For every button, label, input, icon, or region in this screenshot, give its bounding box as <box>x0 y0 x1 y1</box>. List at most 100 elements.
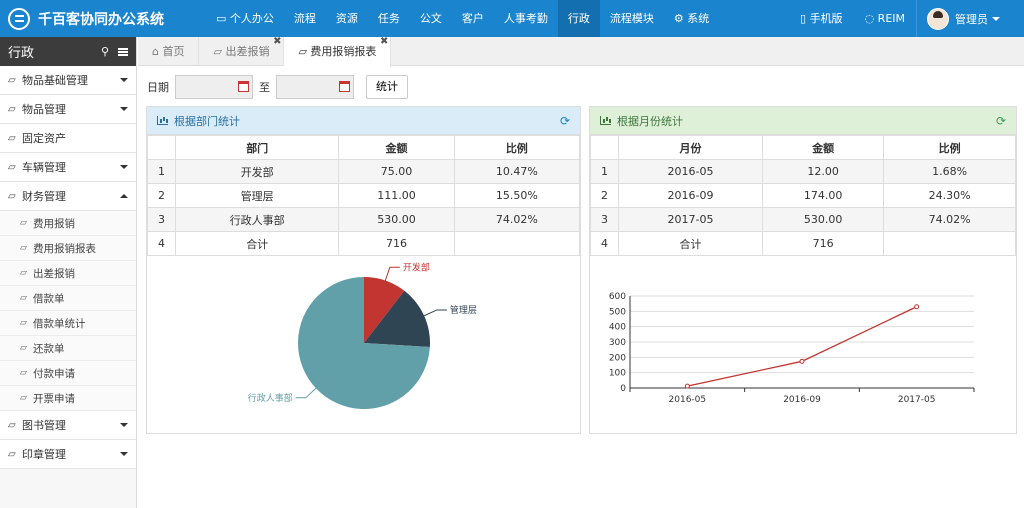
column-header: 比例 <box>883 135 1016 160</box>
refresh-icon[interactable]: ⟳ <box>996 114 1006 128</box>
sidebar-subitem-label: 付款申请 <box>33 367 75 380</box>
line-chart-svg: 0 100 200 300 400 500 600 2016-05 2016-09 2017-05 <box>609 292 975 405</box>
refresh-icon[interactable]: ⟳ <box>560 114 570 128</box>
y-tick-label: 600 <box>609 292 626 302</box>
sidebar-subitem-label: 费用报销 <box>33 217 75 230</box>
start-date-input[interactable] <box>175 75 253 99</box>
bar-chart-icon <box>157 116 168 125</box>
nav-label: 系统 <box>687 12 710 25</box>
bookmark-icon: ▱ <box>298 45 311 58</box>
brand[interactable]: 千百客协同办公系统 <box>0 7 206 30</box>
y-tick-label: 200 <box>609 353 626 363</box>
pie-chart-svg: 开发部管理层行政人事部 <box>248 261 477 409</box>
bookmark-icon: ▱ <box>20 293 27 303</box>
main-nav: monitor-icon▭ 个人办公流程资源任务公文客户人事考勤行政流程模块ge… <box>206 0 719 37</box>
nav-item-2[interactable]: 资源 <box>326 0 368 37</box>
dept-table: 部门 金额 比例 1 开发部 75.00 10.47% 2 管理层 111.00 15.50% 3 行… <box>147 135 581 256</box>
sidebar-subitem[interactable]: ▱ 开票申请 <box>0 386 136 411</box>
sidebar-item-label: 财务管理 <box>22 190 66 203</box>
close-icon[interactable]: ✖ <box>273 27 281 56</box>
panel-title: 根据部门统计 <box>174 114 240 128</box>
bookmark-icon: ▱ <box>8 132 16 144</box>
sidebar-item[interactable]: ▱ 固定资产 <box>0 124 136 153</box>
panel-title: 根据月份统计 <box>617 114 683 128</box>
y-tick-label: 500 <box>609 307 626 317</box>
data-point[interactable] <box>684 383 690 389</box>
panel-header: 根据月份统计 ⟳ <box>590 107 1016 135</box>
data-point[interactable] <box>914 304 920 310</box>
sidebar-item-label: 物品管理 <box>22 103 66 116</box>
nav-item-3[interactable]: 任务 <box>368 0 410 37</box>
nav-label: 公文 <box>419 12 442 25</box>
sidebar-item[interactable]: ▱ 物品基础管理 <box>0 66 136 95</box>
bookmark-icon: ▱ <box>20 368 27 378</box>
column-header: 部门 <box>174 135 340 160</box>
sidebar-subitem[interactable]: ▱ 借款单 <box>0 286 136 311</box>
table-cell-ratio: 24.30% <box>883 183 1016 208</box>
nav-right: ▯ 手机版 ◌ REIM 管理员 <box>789 0 1024 37</box>
sidebar-item-label: 物品基础管理 <box>22 74 88 87</box>
table-cell-name: 开发部 <box>174 159 340 184</box>
data-point[interactable] <box>799 358 805 364</box>
sidebar-item[interactable]: ▱ 财务管理 <box>0 182 136 211</box>
nav-item-6[interactable]: 人事考勤 <box>494 0 558 37</box>
sidebar-item[interactable]: ▱ 印章管理 <box>0 440 136 469</box>
table-cell-ratio: 74.02% <box>883 207 1016 232</box>
series-line <box>687 306 917 387</box>
calendar-icon[interactable] <box>339 81 350 92</box>
bookmark-icon: ▱ <box>213 45 226 58</box>
sidebar-item[interactable]: ▱ 车辆管理 <box>0 153 136 182</box>
chevron-down-icon <box>120 165 128 169</box>
nav-item-7[interactable]: 行政 <box>557 0 600 37</box>
nav-item-4[interactable]: 公文 <box>410 0 452 37</box>
table-row: 2 管理层 111.00 15.50% <box>147 183 581 208</box>
user-menu[interactable]: 管理员 <box>916 0 1024 37</box>
table-cell-name: 合计 <box>174 231 340 256</box>
mobile-link[interactable]: ▯ 手机版 <box>789 0 854 37</box>
reim-link[interactable]: ◌ REIM <box>854 0 916 37</box>
sidebar-subitem[interactable]: ▱ 付款申请 <box>0 361 136 386</box>
table-cell-name: 2016-05 <box>617 159 764 184</box>
table-cell-idx: 2 <box>590 183 619 208</box>
sidebar-subitem[interactable]: ▱ 费用报销报表 <box>0 236 136 261</box>
tab-2[interactable]: ▱ 费用报销报表 ✖ <box>284 36 392 67</box>
nav-item-8[interactable]: 流程模块 <box>600 0 664 37</box>
bookmark-icon: ▱ <box>20 243 27 253</box>
pie-label: 管理层 <box>450 304 477 316</box>
close-icon[interactable]: ✖ <box>380 27 388 56</box>
month-stats-panel: 根据月份统计 ⟳ 月份 金额 比例 1 2016-05 12.00 1.68% 2 2016-… <box>589 106 1017 434</box>
chevron-down-icon <box>992 16 1000 21</box>
bookmark-icon: ▱ <box>8 190 16 202</box>
tab-label: 首页 <box>162 45 185 58</box>
bookmark-icon: ▱ <box>8 419 16 431</box>
chevron-down-icon <box>120 107 128 111</box>
menu-icon[interactable] <box>118 47 128 56</box>
sidebar-subitem[interactable]: ▱ 还款单 <box>0 336 136 361</box>
sidebar-subitem-label: 费用报销报表 <box>33 242 96 255</box>
column-header: 月份 <box>617 135 764 160</box>
search-icon[interactable]: ⚲ <box>101 45 109 58</box>
nav-label: 资源 <box>335 12 358 25</box>
sidebar-subitem[interactable]: ▱ 借款单统计 <box>0 311 136 336</box>
table-cell-amount: 530.00 <box>762 207 885 232</box>
app-title: 千百客协同办公系统 <box>38 11 164 28</box>
sidebar-subitem-label: 出差报销 <box>33 267 75 280</box>
tab-1[interactable]: ▱ 出差报销 ✖ <box>199 36 285 66</box>
table-row: 2 2016-09 174.00 24.30% <box>590 183 1016 208</box>
table-cell-amount: 530.00 <box>338 207 455 232</box>
nav-item-5[interactable]: 客户 <box>452 0 494 37</box>
nav-item-9[interactable]: gear-icon⚙ 系统 <box>664 0 719 37</box>
sidebar-item[interactable]: ▱ 图书管理 <box>0 411 136 440</box>
sidebar-item[interactable]: ▱ 物品管理 <box>0 95 136 124</box>
sidebar-subitem[interactable]: ▱ 费用报销 <box>0 211 136 236</box>
nav-label: 行政 <box>567 12 590 25</box>
table-cell-name: 2016-09 <box>617 183 764 208</box>
sidebar-subitem[interactable]: ▱ 出差报销 <box>0 261 136 286</box>
calendar-icon[interactable] <box>238 81 249 92</box>
table-cell-idx: 1 <box>147 159 176 184</box>
stat-button[interactable]: 统计 <box>366 75 408 99</box>
tab-0[interactable]: ⌂ 首页 <box>138 37 200 66</box>
nav-item-1[interactable]: 流程 <box>284 0 326 37</box>
home-icon: ⌂ <box>152 45 163 58</box>
end-date-input[interactable] <box>276 75 354 99</box>
